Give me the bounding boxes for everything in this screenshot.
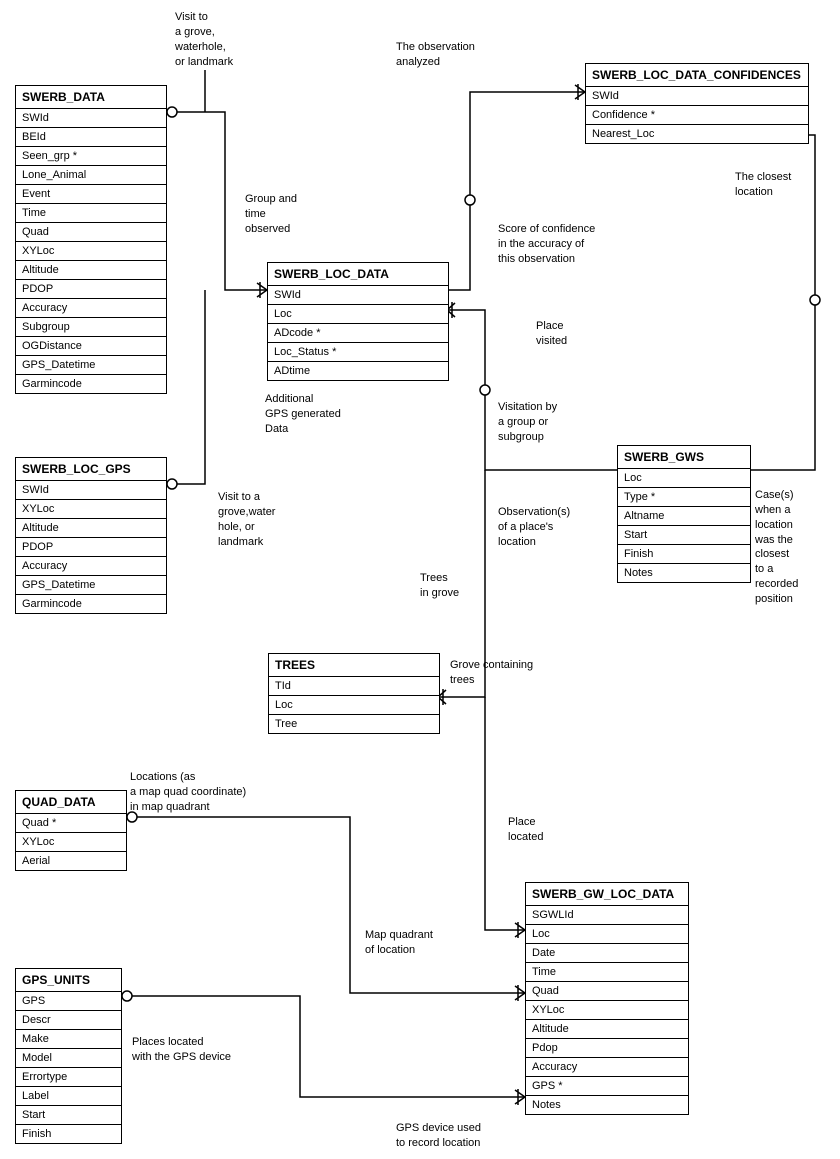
entity-field: Quad (526, 982, 688, 1001)
entity-field: Make (16, 1030, 121, 1049)
entity-field: XYLoc (16, 242, 166, 261)
entity-field: Altitude (16, 519, 166, 538)
annotation-n13: Grove containing trees (450, 658, 533, 688)
entity-swerb_gw_loc: SWERB_GW_LOC_DATASGWLIdLocDateTimeQuadXY… (525, 882, 689, 1115)
entity-field: ADtime (268, 362, 448, 380)
entity-swerb_loc_conf: SWERB_LOC_DATA_CONFIDENCESSWIdConfidence… (585, 63, 809, 144)
entity-field: XYLoc (16, 500, 166, 519)
entity-field: OGDistance (16, 337, 166, 356)
entity-field: Start (618, 526, 750, 545)
entity-field: PDOP (16, 538, 166, 557)
entity-title: SWERB_GWS (618, 446, 750, 469)
annotation-n12: Observation(s) of a place's location (498, 505, 570, 550)
entity-title: SWERB_GW_LOC_DATA (526, 883, 688, 906)
entity-field: Loc (618, 469, 750, 488)
entity-field: Altitude (526, 1020, 688, 1039)
entity-field: SWId (586, 87, 808, 106)
entity-title: SWERB_DATA (16, 86, 166, 109)
entity-field: XYLoc (16, 833, 126, 852)
entity-field: Event (16, 185, 166, 204)
entity-field: SGWLId (526, 906, 688, 925)
entity-field: Loc (268, 305, 448, 324)
entity-field: Pdop (526, 1039, 688, 1058)
annotation-n6: Additional GPS generated Data (265, 392, 341, 437)
annotation-n1: Visit to a grove, waterhole, or landmark (175, 10, 233, 69)
entity-field: Lone_Animal (16, 166, 166, 185)
entity-field: SWId (268, 286, 448, 305)
entity-field: Nearest_Loc (586, 125, 808, 143)
entity-field: Time (526, 963, 688, 982)
entity-field: Type * (618, 488, 750, 507)
er-diagram-canvas: SWERB_DATASWIdBEIdSeen_grp *Lone_AnimalE… (0, 0, 840, 1159)
annotation-n4: Score of confidence in the accuracy of t… (498, 222, 595, 267)
entity-field: Aerial (16, 852, 126, 870)
annotation-n11: Trees in grove (420, 571, 459, 601)
entity-field: ADcode * (268, 324, 448, 343)
entity-field: XYLoc (526, 1001, 688, 1020)
entity-field: Model (16, 1049, 121, 1068)
entity-field: SWId (16, 109, 166, 128)
entity-title: SWERB_LOC_DATA (268, 263, 448, 286)
entity-field: GPS * (526, 1077, 688, 1096)
entity-field: Quad * (16, 814, 126, 833)
entity-field: BEId (16, 128, 166, 147)
entity-field: Descr (16, 1011, 121, 1030)
entity-swerb_data: SWERB_DATASWIdBEIdSeen_grp *Lone_AnimalE… (15, 85, 167, 394)
entity-field: Loc (269, 696, 439, 715)
entity-field: PDOP (16, 280, 166, 299)
annotation-n2: The observation analyzed (396, 40, 475, 70)
entity-field: Confidence * (586, 106, 808, 125)
entity-field: Loc_Status * (268, 343, 448, 362)
entity-field: GPS_Datetime (16, 356, 166, 375)
entity-gps_units: GPS_UNITSGPSDescrMakeModelErrortypeLabel… (15, 968, 122, 1144)
entity-title: QUAD_DATA (16, 791, 126, 814)
entity-field: Finish (618, 545, 750, 564)
entity-field: Tree (269, 715, 439, 733)
entity-field: Garmincode (16, 375, 166, 393)
entity-title: SWERB_LOC_DATA_CONFIDENCES (586, 64, 808, 87)
entity-field: Finish (16, 1125, 121, 1143)
entity-swerb_gws: SWERB_GWSLocType *AltnameStartFinishNote… (617, 445, 751, 583)
entity-field: Errortype (16, 1068, 121, 1087)
entity-field: Subgroup (16, 318, 166, 337)
entity-field: Altitude (16, 261, 166, 280)
entity-field: Accuracy (526, 1058, 688, 1077)
entity-field: GPS_Datetime (16, 576, 166, 595)
entity-title: GPS_UNITS (16, 969, 121, 992)
entity-field: Notes (526, 1096, 688, 1114)
entity-field: Accuracy (16, 557, 166, 576)
entity-field: Quad (16, 223, 166, 242)
annotation-n18: GPS device used to record location (396, 1121, 481, 1151)
entity-field: Seen_grp * (16, 147, 166, 166)
annotation-n15: Place located (508, 815, 543, 845)
entity-field: Accuracy (16, 299, 166, 318)
entity-swerb_loc_gps: SWERB_LOC_GPSSWIdXYLocAltitudePDOPAccura… (15, 457, 167, 614)
entity-trees: TREESTIdLocTree (268, 653, 440, 734)
entity-field: Notes (618, 564, 750, 582)
entity-field: SWId (16, 481, 166, 500)
entity-field: TId (269, 677, 439, 696)
entity-field: Garmincode (16, 595, 166, 613)
annotation-n14: Locations (as a map quad coordinate) in … (130, 770, 246, 815)
annotation-n7: Place visited (536, 319, 567, 349)
entity-quad_data: QUAD_DATAQuad *XYLocAerial (15, 790, 127, 871)
entity-field: Label (16, 1087, 121, 1106)
entity-swerb_loc_data: SWERB_LOC_DATASWIdLocADcode *Loc_Status … (267, 262, 449, 381)
annotation-n16: Map quadrant of location (365, 928, 433, 958)
annotation-n17: Places located with the GPS device (132, 1035, 231, 1065)
entity-title: TREES (269, 654, 439, 677)
annotation-n10: Case(s) when a location was the closest … (755, 488, 798, 607)
annotation-n8: Visitation by a group or subgroup (498, 400, 557, 445)
entity-field: Altname (618, 507, 750, 526)
entity-title: SWERB_LOC_GPS (16, 458, 166, 481)
entity-field: GPS (16, 992, 121, 1011)
annotation-n9: Visit to a grove,water hole, or landmark (218, 490, 275, 549)
entity-field: Loc (526, 925, 688, 944)
annotation-n3: Group and time observed (245, 192, 297, 237)
annotation-n5: The closest location (735, 170, 791, 200)
entity-field: Date (526, 944, 688, 963)
entity-field: Time (16, 204, 166, 223)
entity-field: Start (16, 1106, 121, 1125)
